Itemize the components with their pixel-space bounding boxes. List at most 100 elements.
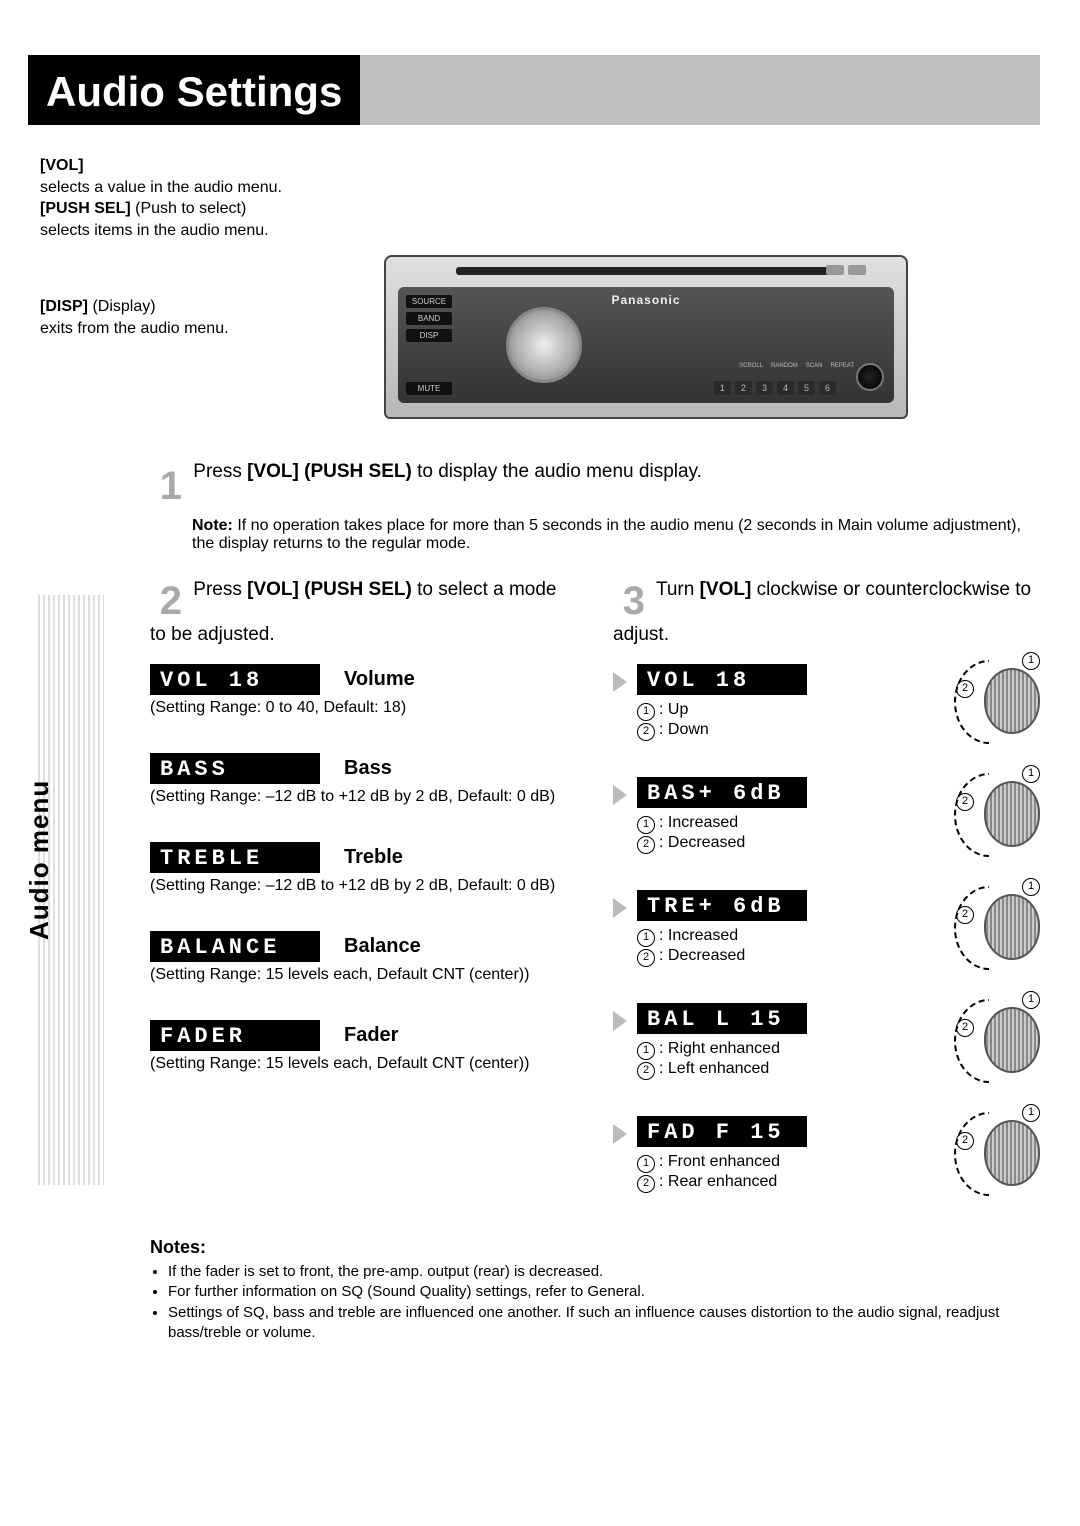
- random-label: RANDOM: [771, 363, 798, 369]
- setting-bass: BASS Bass (Setting Range: –12 dB to +12 …: [150, 753, 577, 806]
- range-bass: (Setting Range: –12 dB to +12 dB by 2 dB…: [150, 788, 577, 806]
- lcd-balance: BALANCE: [150, 931, 320, 962]
- audio-menu-side-label: Audio menu: [24, 780, 55, 940]
- pushsel-label: [PUSH SEL]: [40, 200, 131, 217]
- step-3: 3 Turn [VOL] clockwise or counterclockwi…: [613, 579, 1040, 646]
- range-treble: (Setting Range: –12 dB to +12 dB by 2 dB…: [150, 877, 577, 895]
- page-title: Audio Settings: [28, 55, 360, 125]
- arrow-icon: [613, 1011, 627, 1031]
- note-item: Settings of SQ, bass and treble are infl…: [168, 1303, 1040, 1344]
- adjust-balance: BAL L 15 1: Right enhanced 2: Left enhan…: [613, 1003, 1040, 1080]
- circle-1-icon: 1: [637, 1042, 655, 1060]
- pushsel-desc: selects items in the audio menu.: [40, 220, 300, 242]
- volume-knob-icon: [506, 307, 582, 383]
- arrow-icon: [613, 1124, 627, 1144]
- step-2-number: 2: [150, 579, 182, 624]
- range-volume: (Setting Range: 0 to 40, Default: 18): [150, 699, 577, 717]
- lcd-fader: FADER: [150, 1020, 320, 1051]
- load-button-icon: [826, 265, 844, 275]
- range-balance: (Setting Range: 15 levels each, Default …: [150, 966, 577, 984]
- vol-label: [VOL]: [40, 157, 84, 174]
- aux-jack-icon: [856, 363, 884, 391]
- knob-diagram-icon: 12: [960, 890, 1040, 962]
- step-1-note: Note: If no operation takes place for mo…: [192, 517, 1040, 553]
- title-treble: Treble: [344, 846, 403, 869]
- band-button: BAND: [406, 312, 452, 325]
- title-bar: Audio Settings: [28, 55, 1040, 125]
- disp-label: [DISP]: [40, 298, 88, 315]
- vol-control-description: [VOL] selects a value in the audio menu.…: [40, 155, 300, 340]
- source-button: SOURCE: [406, 295, 452, 308]
- eject-button-icon: [848, 265, 866, 275]
- circle-1-icon: 1: [637, 816, 655, 834]
- preset-4: 4: [777, 381, 794, 395]
- adjust-treble: TRE+ 6dB 1: Increased 2: Decreased 12: [613, 890, 1040, 967]
- settings-adjust-column: VOL 18 1: Up 2: Down 12 BAS+ 6dB 1: Incr…: [613, 664, 1040, 1229]
- stereo-left-buttons: SOURCE BAND DISP: [406, 295, 452, 342]
- lcd-adj-bass: BAS+ 6dB: [637, 777, 807, 808]
- scroll-label: SCROLL: [739, 363, 763, 369]
- lcd-treble: TREBLE: [150, 842, 320, 873]
- repeat-label: REPEAT: [830, 363, 854, 369]
- setting-treble: TREBLE Treble (Setting Range: –12 dB to …: [150, 842, 577, 895]
- step-1-number: 1: [150, 459, 182, 513]
- preset-2: 2: [735, 381, 752, 395]
- lcd-adj-volume: VOL 18: [637, 664, 807, 695]
- preset-1: 1: [714, 381, 731, 395]
- setting-volume: VOL 18 Volume (Setting Range: 0 to 40, D…: [150, 664, 577, 717]
- circle-1-icon: 1: [637, 703, 655, 721]
- disp-button: DISP: [406, 329, 452, 342]
- circle-2-icon: 2: [637, 1062, 655, 1080]
- knob-diagram-icon: 12: [960, 1003, 1040, 1075]
- disp-desc: exits from the audio menu.: [40, 320, 229, 337]
- arrow-icon: [613, 672, 627, 692]
- lcd-volume: VOL 18: [150, 664, 320, 695]
- note-item: For further information on SQ (Sound Qua…: [168, 1282, 1040, 1302]
- knob-diagram-icon: 12: [960, 664, 1040, 736]
- scan-label: SCAN: [806, 363, 823, 369]
- arrow-icon: [613, 785, 627, 805]
- disp-after: (Display): [88, 298, 156, 315]
- range-fader: (Setting Range: 15 levels each, Default …: [150, 1055, 577, 1073]
- knob-diagram-icon: 12: [960, 1116, 1040, 1188]
- step-1: 1 Press [VOL] (PUSH SEL) to display the …: [150, 459, 1040, 513]
- circle-1-icon: 1: [637, 1155, 655, 1173]
- lcd-adj-fader: FAD F 15: [637, 1116, 807, 1147]
- step-2: 2 Press [VOL] (PUSH SEL) to select a mod…: [150, 579, 577, 646]
- circle-2-icon: 2: [637, 949, 655, 967]
- arrow-icon: [613, 898, 627, 918]
- title-bass: Bass: [344, 757, 392, 780]
- knob-diagram-icon: 12: [960, 777, 1040, 849]
- preset-6: 6: [819, 381, 836, 395]
- preset-3: 3: [756, 381, 773, 395]
- adjust-volume: VOL 18 1: Up 2: Down 12: [613, 664, 1040, 741]
- brand-label: Panasonic: [611, 293, 680, 307]
- vol-desc: selects a value in the audio menu.: [40, 177, 300, 199]
- pushsel-after: (Push to select): [131, 200, 247, 217]
- circle-2-icon: 2: [637, 1175, 655, 1193]
- lcd-adj-treble: TRE+ 6dB: [637, 890, 807, 921]
- lcd-bass: BASS: [150, 753, 320, 784]
- notes-heading: Notes:: [150, 1237, 1040, 1258]
- title-fader: Fader: [344, 1024, 398, 1047]
- mute-button: MUTE: [406, 382, 452, 395]
- title-volume: Volume: [344, 668, 415, 691]
- title-balance: Balance: [344, 935, 421, 958]
- stereo-illustration: Panasonic SOURCE BAND DISP MUTE SCROLL R…: [384, 255, 908, 419]
- circle-2-icon: 2: [637, 723, 655, 741]
- lcd-adj-balance: BAL L 15: [637, 1003, 807, 1034]
- circle-1-icon: 1: [637, 929, 655, 947]
- circle-2-icon: 2: [637, 836, 655, 854]
- setting-balance: BALANCE Balance (Setting Range: 15 level…: [150, 931, 577, 984]
- setting-fader: FADER Fader (Setting Range: 15 levels ea…: [150, 1020, 577, 1073]
- preset-row: 1 2 3 4 5 6: [714, 381, 836, 395]
- step-3-number: 3: [613, 579, 645, 624]
- preset-5: 5: [798, 381, 815, 395]
- notes-section: Notes: If the fader is set to front, the…: [150, 1237, 1040, 1343]
- adjust-fader: FAD F 15 1: Front enhanced 2: Rear enhan…: [613, 1116, 1040, 1193]
- note-item: If the fader is set to front, the pre-am…: [168, 1262, 1040, 1282]
- mode-labels: SCROLL RANDOM SCAN REPEAT: [739, 363, 854, 369]
- cd-slot-icon: [456, 267, 836, 275]
- settings-modes-column: VOL 18 Volume (Setting Range: 0 to 40, D…: [150, 664, 577, 1229]
- adjust-bass: BAS+ 6dB 1: Increased 2: Decreased 12: [613, 777, 1040, 854]
